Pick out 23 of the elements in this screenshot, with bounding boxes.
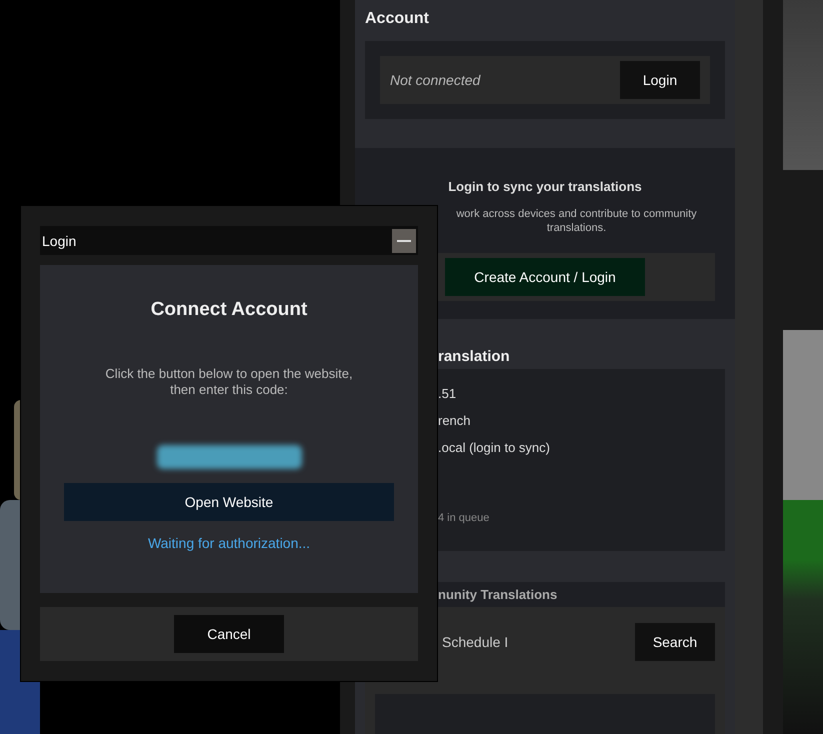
login-button[interactable]: Login [620,61,700,99]
minimize-icon [397,240,411,242]
translation-info: rench [438,412,472,430]
create-account-button[interactable]: Create Account / Login [445,258,645,296]
instruction-text: Click the button below to open the website, [105,366,353,382]
search-field[interactable]: Schedule I [442,630,592,654]
instruction-text: then enter this code: [169,382,289,398]
dialog-heading: Connect Account [150,299,308,321]
queue-status: 4 in queue [438,512,490,524]
open-website-button[interactable]: Open Website [64,483,394,521]
sync-description: work across devices and contribute to community [455,207,698,221]
search-button[interactable]: Search [635,623,715,661]
minimize-button[interactable] [392,228,416,252]
translation-info: .51 [438,385,458,403]
sync-prompt-title: Login to sync your translations [448,179,642,194]
section-title: Account [365,10,430,28]
section-title: ranslation [437,347,511,367]
sync-description: translations. [546,221,608,235]
cancel-button[interactable]: Cancel [174,615,284,653]
dialog-title: Login [42,232,76,248]
authorization-status: Waiting for authorization... [148,535,310,551]
connection-status: Not connected [390,72,480,88]
translation-info: .ocal (login to sync) [438,439,551,457]
